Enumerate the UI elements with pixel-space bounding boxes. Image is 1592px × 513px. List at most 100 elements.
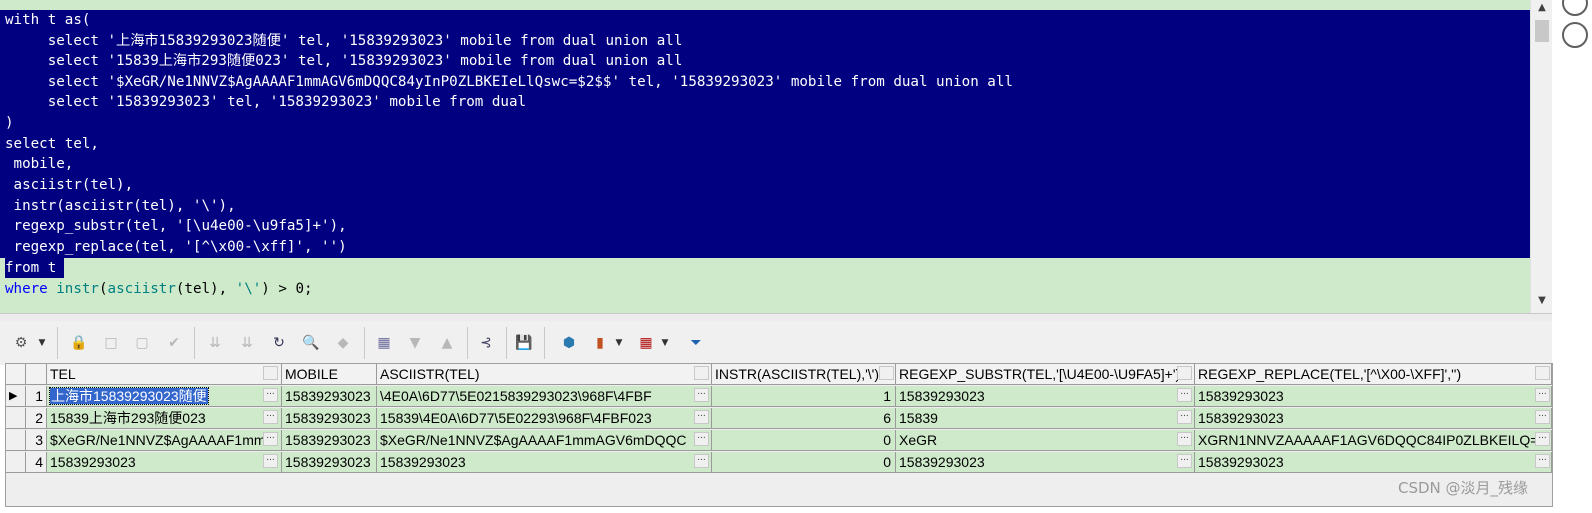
cell-mobile[interactable]: 15839293023 xyxy=(282,386,377,407)
table-row[interactable]: 2 15839上海市293随便023 ... 15839293023 15839… xyxy=(6,408,1552,430)
column-menu-icon[interactable] xyxy=(694,366,709,380)
cell-asciistr[interactable]: \4E0A\6D77\5E0215839293023\968F\4FBF xyxy=(377,386,712,407)
editor-scrollbar[interactable]: ▲ ▼ xyxy=(1530,0,1553,313)
scroll-down-icon[interactable]: ▼ xyxy=(1531,293,1553,309)
column-menu-icon[interactable] xyxy=(879,366,894,380)
cell-asciistr[interactable]: $XeGR/Ne1NNVZ$AgAAAAF1mmAGV6mDQQC xyxy=(377,430,712,451)
code-line[interactable]: mobile, xyxy=(5,154,74,175)
code-line[interactable]: from t xyxy=(5,258,56,279)
last-record-icon[interactable]: ⇊ xyxy=(235,332,259,354)
filter-icon[interactable]: ⏷ xyxy=(684,332,708,354)
cell-editor-icon[interactable]: ... xyxy=(694,432,709,446)
code-line[interactable]: regexp_substr(tel, '[\u4e00-\u9fa5]+'), xyxy=(5,216,347,237)
cell-editor-icon[interactable]: ... xyxy=(1177,410,1192,424)
column-menu-icon[interactable] xyxy=(1177,366,1192,380)
sql-editor[interactable]: with t as( select '上海市15839293023随便' tel… xyxy=(0,0,1530,313)
column-header-tel[interactable]: TEL xyxy=(47,364,282,385)
cell-editor-icon[interactable]: ... xyxy=(694,454,709,468)
cell-regexp-replace[interactable]: 15839293023 xyxy=(1195,408,1552,429)
cell-editor-icon[interactable]: ... xyxy=(263,388,278,402)
table-view-icon[interactable]: ▦ xyxy=(635,332,657,354)
cell-editor-icon[interactable]: ... xyxy=(694,410,709,424)
scroll-up-icon[interactable]: ▲ xyxy=(1531,0,1553,16)
code-line[interactable]: ) xyxy=(5,113,14,134)
prev-page-icon[interactable]: ▲ xyxy=(435,332,459,354)
cell-mobile[interactable]: 15839293023 xyxy=(282,430,377,451)
cell-instr[interactable]: 0 xyxy=(712,430,896,451)
table-row[interactable]: 3 $XeGR/Ne1NNVZ$AgAAAAF1mm ... 158392930… xyxy=(6,430,1552,452)
code-line-where[interactable]: where instr(asciistr(tel), '\') > 0; xyxy=(5,279,313,300)
cell-editor-icon[interactable]: ... xyxy=(1535,388,1550,402)
code-line[interactable]: asciistr(tel), xyxy=(5,175,134,196)
result-grid[interactable]: TEL MOBILE ASCIISTR(TEL) INSTR(ASCIISTR(… xyxy=(5,363,1553,507)
cell-asciistr[interactable]: 15839293023 xyxy=(377,452,712,473)
column-menu-icon[interactable] xyxy=(1535,366,1550,380)
grid-options-icon[interactable]: ⚙ xyxy=(10,332,32,354)
cell-editor-icon[interactable]: ... xyxy=(1177,454,1192,468)
cell-editor-icon[interactable]: ... xyxy=(263,454,278,468)
query-by-example-icon[interactable]: ⊰ xyxy=(474,332,498,354)
cell-tel[interactable]: 15839上海市293随便023 xyxy=(47,408,282,429)
cell-mobile[interactable]: 15839293023 xyxy=(282,452,377,473)
table-row[interactable]: ▶ 1 上海市15839293023随便 ... 15839293023 \4E… xyxy=(6,386,1552,408)
table-row[interactable]: 4 15839293023 ... 15839293023 1583929302… xyxy=(6,452,1552,474)
delete-record-icon[interactable]: ▢ xyxy=(130,332,154,354)
cell-instr[interactable]: 1 xyxy=(712,386,896,407)
column-header-regexp-replace[interactable]: REGEXP_REPLACE(TEL,'[^\X00-\XFF]','') xyxy=(1195,364,1552,385)
cell-tel[interactable]: $XeGR/Ne1NNVZ$AgAAAAF1mm xyxy=(47,430,282,451)
pane-splitter[interactable] xyxy=(0,313,1552,321)
first-record-icon[interactable]: ⇊ xyxy=(203,332,227,354)
selected-cell-text[interactable]: 上海市15839293023随便 xyxy=(49,387,209,405)
cell-editor-icon[interactable]: ... xyxy=(1177,388,1192,402)
code-line[interactable]: select '上海市15839293023随便' tel, '15839293… xyxy=(5,31,683,52)
column-header-regexp-substr[interactable]: REGEXP_SUBSTR(TEL,'[\U4E00-\U9FA5]+') xyxy=(896,364,1195,385)
column-header-mobile[interactable]: MOBILE xyxy=(282,364,377,385)
clear-icon[interactable]: ◆ xyxy=(331,332,355,354)
cell-editor-icon[interactable]: ... xyxy=(263,432,278,446)
single-record-view-icon[interactable]: ▦ xyxy=(372,332,396,354)
chevron-down-icon[interactable]: ▼ xyxy=(36,332,48,354)
cell-instr[interactable]: 0 xyxy=(712,452,896,473)
export-icon[interactable]: ⬢ xyxy=(557,332,581,354)
code-line[interactable]: select '$XeGR/Ne1NNVZ$AgAAAAF1mmAGV6mDQQ… xyxy=(5,72,1013,93)
column-header-asciistr[interactable]: ASCIISTR(TEL) xyxy=(377,364,712,385)
chart-icon[interactable]: ▮ xyxy=(589,332,611,354)
cell-editor-icon[interactable]: ... xyxy=(694,388,709,402)
scrollbar-thumb[interactable] xyxy=(1535,20,1549,42)
lock-icon[interactable]: 🔒 xyxy=(66,332,92,354)
cell-regexp-replace[interactable]: XGRN1NNVZAAAAAF1AGV6DQQC84IP0ZLBKEILQ=2 xyxy=(1195,430,1552,451)
code-line[interactable]: regexp_replace(tel, '[^\x00-\xff]', '') xyxy=(5,237,347,258)
cell-editor-icon[interactable]: ... xyxy=(1535,432,1550,446)
cell-regexp-substr[interactable]: 15839293023 xyxy=(896,452,1195,473)
cell-editor-icon[interactable]: ... xyxy=(1535,410,1550,424)
cell-mobile[interactable]: 15839293023 xyxy=(282,408,377,429)
code-line[interactable]: instr(asciistr(tel), '\'), xyxy=(5,196,236,217)
post-changes-icon[interactable]: ✔ xyxy=(162,332,186,354)
chevron-down-icon[interactable]: ▼ xyxy=(659,332,671,354)
cell-editor-icon[interactable]: ... xyxy=(263,410,278,424)
code-line[interactable]: select '15839293023' tel, '15839293023' … xyxy=(5,92,526,113)
save-icon[interactable]: 💾 xyxy=(512,332,536,354)
cell-regexp-substr[interactable]: 15839 xyxy=(896,408,1195,429)
cell-regexp-substr[interactable]: XeGR xyxy=(896,430,1195,451)
column-header-instr[interactable]: INSTR(ASCIISTR(TEL),'\') xyxy=(712,364,896,385)
cell-tel[interactable]: 上海市15839293023随便 xyxy=(47,386,282,407)
code-line[interactable]: with t as( xyxy=(5,10,90,31)
cell-asciistr[interactable]: 15839\4E0A\6D77\5E02293\968F\4FBF023 xyxy=(377,408,712,429)
panel-circle-icon[interactable] xyxy=(1562,22,1588,48)
next-page-icon[interactable]: ▼ xyxy=(403,332,427,354)
cell-regexp-replace[interactable]: 15839293023 xyxy=(1195,386,1552,407)
chevron-down-icon[interactable]: ▼ xyxy=(613,332,625,354)
cell-editor-icon[interactable]: ... xyxy=(1535,454,1550,468)
cell-instr[interactable]: 6 xyxy=(712,408,896,429)
find-icon[interactable]: 🔍 xyxy=(299,332,323,354)
cell-regexp-substr[interactable]: 15839293023 xyxy=(896,386,1195,407)
code-line[interactable]: select tel, xyxy=(5,134,99,155)
cell-editor-icon[interactable]: ... xyxy=(1177,432,1192,446)
cell-tel[interactable]: 15839293023 xyxy=(47,452,282,473)
column-menu-icon[interactable] xyxy=(263,366,278,380)
insert-record-icon[interactable]: □ xyxy=(99,332,123,354)
cell-regexp-replace[interactable]: 15839293023 xyxy=(1195,452,1552,473)
refresh-icon[interactable]: ↻ xyxy=(267,332,291,354)
code-line[interactable]: select '15839上海市293随便023' tel, '15839293… xyxy=(5,51,683,72)
